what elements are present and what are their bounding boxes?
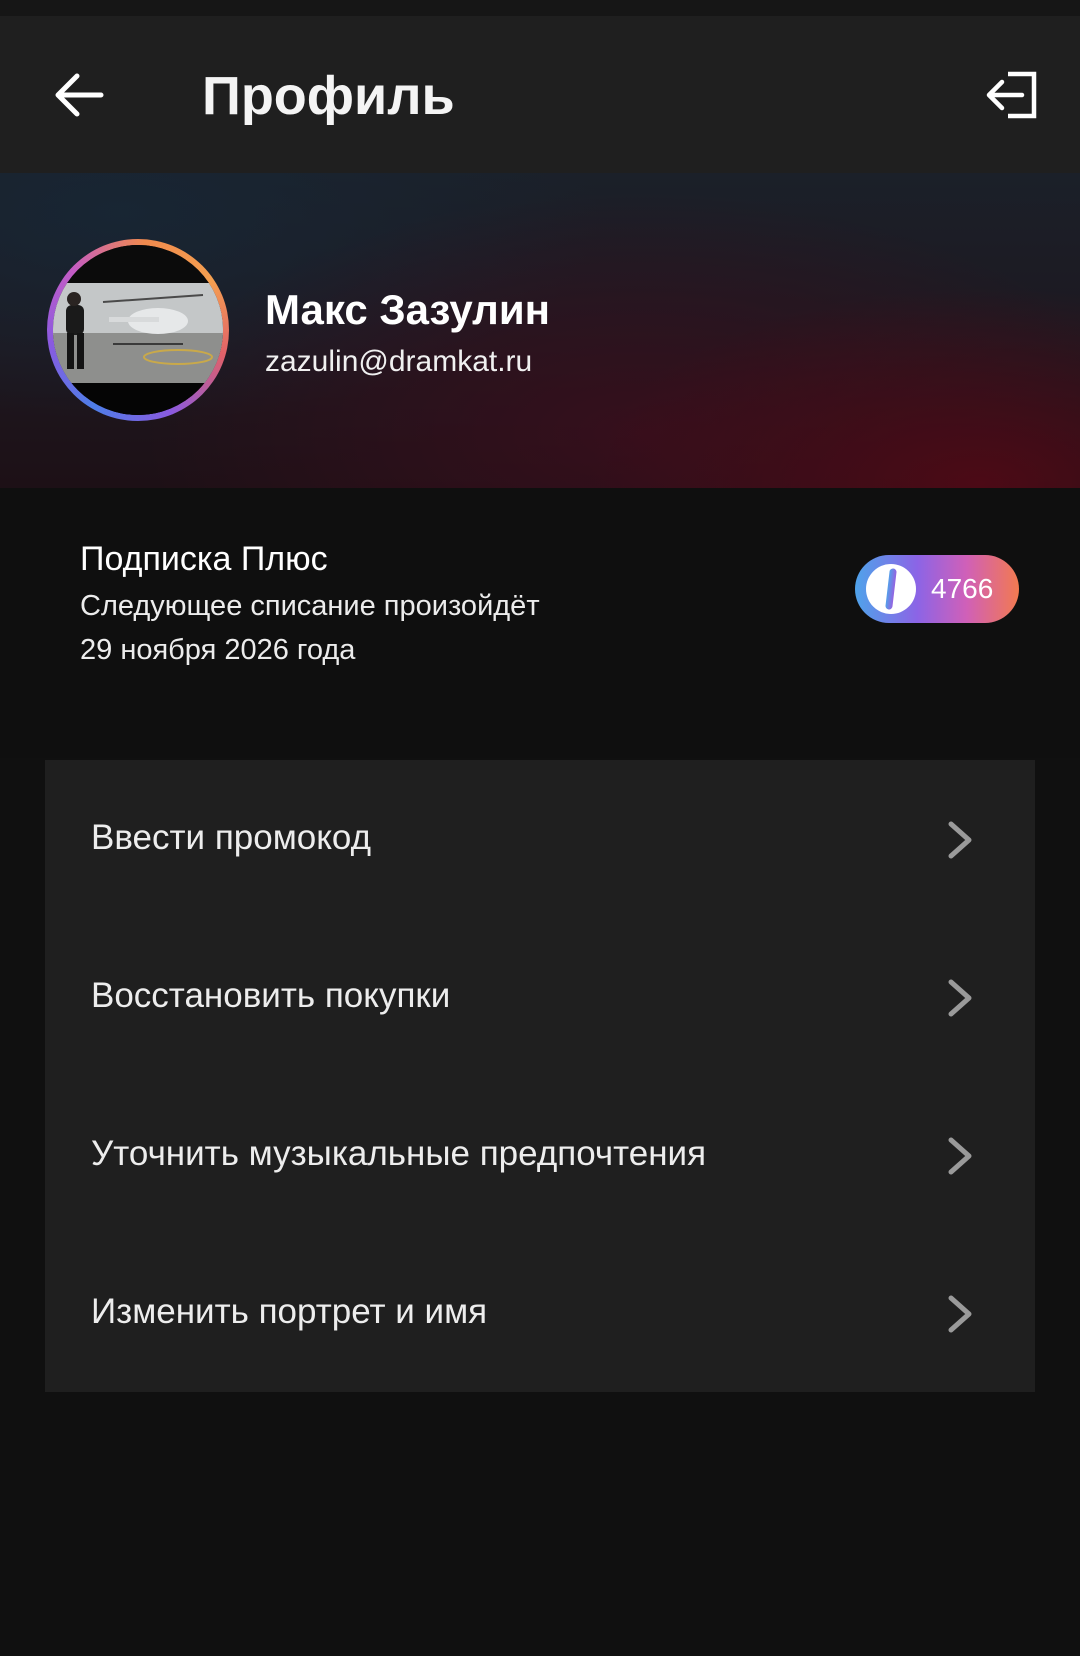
chevron-right-icon xyxy=(948,1295,972,1333)
profile-banner: Макс Зазулин zazulin@dramkat.ru xyxy=(0,173,1080,488)
chevron-right-icon xyxy=(948,821,972,859)
subscription-section: Подписка Плюс Следующее списание произой… xyxy=(0,488,1080,758)
logout-icon xyxy=(986,71,1037,119)
menu-item-restore-purchases[interactable]: Восстановить покупки xyxy=(45,918,1035,1076)
avatar[interactable] xyxy=(53,245,223,415)
next-charge-date: 29 ноября 2026 года xyxy=(80,634,356,666)
menu-item-label: Ввести промокод xyxy=(91,818,372,857)
avatar-ring xyxy=(47,239,229,421)
menu-item-music-preferences[interactable]: Уточнить музыкальные предпочтения xyxy=(45,1076,1035,1234)
page-title: Профиль xyxy=(202,66,455,126)
chevron-right-icon xyxy=(948,1137,972,1175)
settings-menu: Ввести промокод Восстановить покупки Уто… xyxy=(45,760,1035,1392)
status-bar xyxy=(0,0,1080,16)
back-button[interactable] xyxy=(44,60,114,130)
user-email: zazulin@dramkat.ru xyxy=(265,345,533,378)
top-app-bar: Профиль xyxy=(0,16,1080,173)
subscription-title: Подписка Плюс xyxy=(80,540,328,578)
menu-item-edit-portrait-name[interactable]: Изменить портрет и имя xyxy=(45,1234,1035,1392)
plus-points-badge[interactable]: 4766 xyxy=(855,555,1019,623)
profile-screen: Профиль Макс Зазулин zazulin@dramkat.ru … xyxy=(0,0,1080,1656)
chevron-right-icon xyxy=(948,979,972,1017)
menu-item-promo-code[interactable]: Ввести промокод xyxy=(45,760,1035,918)
menu-item-label: Изменить портрет и имя xyxy=(91,1292,488,1331)
plus-points-count: 4766 xyxy=(931,573,994,604)
arrow-left-icon xyxy=(55,73,104,117)
plus-logo-icon xyxy=(866,564,916,614)
menu-item-label: Восстановить покупки xyxy=(91,976,451,1015)
user-name: Макс Зазулин xyxy=(265,286,551,333)
next-charge-text: Следующее списание произойдёт xyxy=(80,590,540,622)
menu-item-label: Уточнить музыкальные предпочтения xyxy=(91,1134,707,1173)
logout-button[interactable] xyxy=(972,60,1052,130)
avatar-photo xyxy=(53,245,223,415)
